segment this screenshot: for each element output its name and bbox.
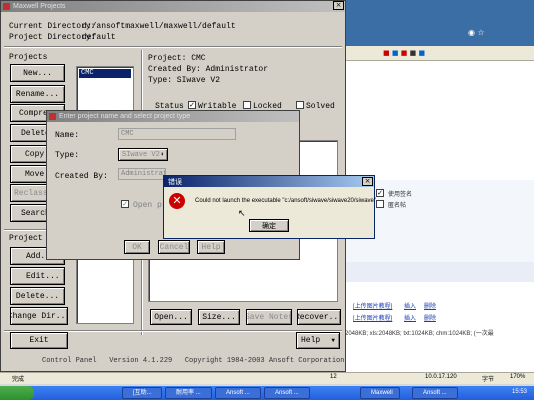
current-dir-value: d:/ansoftmaxwell/maxwell/default [82, 22, 236, 31]
upload-tutorial-link-2[interactable]: [上传图片教程] [353, 313, 392, 322]
browser-nav-icons[interactable]: ◉ ☆ [468, 28, 485, 37]
info-type: Type: SIwave V2 [148, 76, 221, 85]
upload-tutorial-link[interactable]: [上传图片教程] [353, 301, 392, 310]
insert-link-2[interactable]: 插入 [404, 313, 416, 322]
recover-button[interactable]: Recover... [297, 309, 341, 325]
status-bar-num: 12 [330, 374, 337, 380]
taskbar-item-3[interactable]: Ansoft ... [215, 387, 261, 399]
info-created-by: Created By: Administrator [148, 65, 269, 74]
change-dir-button[interactable]: Change Dir... [10, 307, 68, 325]
taskbar-item-2[interactable]: 耐用率 ... [165, 387, 212, 399]
error-ok-button[interactable]: 确定 [249, 219, 289, 232]
taskbar-clock[interactable]: 15:53 [512, 389, 527, 395]
dialog-app-icon [49, 113, 56, 120]
locked-checkbox[interactable] [243, 101, 251, 109]
edit-dir-button[interactable]: Edit... [10, 267, 65, 285]
save-notes-button[interactable]: Save Notes [246, 309, 292, 325]
error-message: Could not launch the executable "c:/anso… [195, 198, 377, 204]
browser-content-panel2 [340, 262, 534, 282]
browser-topbar [340, 0, 534, 46]
dialog-cancel-button[interactable]: Cancel [158, 240, 190, 254]
dialog-titlebar[interactable]: Enter project name and select project ty… [47, 111, 299, 122]
delete-link-2[interactable]: 删除 [424, 313, 436, 322]
maxwell-title: Maxwell Projects [13, 3, 66, 10]
dialog-title: Enter project name and select project ty… [59, 113, 191, 120]
help-arrow-icon: ▼ [331, 337, 335, 344]
new-project-button[interactable]: New... [10, 64, 65, 82]
status-bar-ip: 10.0.17.120 [425, 374, 457, 380]
maxwell-app-icon [3, 3, 10, 10]
type-dropdown-icon: ⬍ [160, 151, 164, 158]
solved-checkbox[interactable] [296, 101, 304, 109]
signature-checkbox[interactable]: ✓ [376, 189, 384, 197]
taskbar-item-1[interactable]: [互助... [122, 387, 162, 399]
mouse-cursor-icon: ↖ [238, 209, 246, 219]
help-button-label: Help [301, 336, 321, 345]
dialog-type-select[interactable]: SIwave V2 ⬍ [118, 148, 168, 161]
error-title: 错误 [168, 178, 182, 186]
file-size-info: 2048KB; xls:2048KB; txt:1024KB; chm:1024… [345, 331, 494, 337]
browser-toolbar-icons: ■ ■ ■ ■ ■ [383, 49, 426, 57]
writable-checkbox[interactable]: ✓ [188, 101, 196, 109]
info-project: Project: CMC [148, 54, 206, 63]
dialog-open-label: Open project [133, 201, 163, 210]
taskbar-item-5[interactable]: Maxwell [360, 387, 400, 399]
help-button[interactable]: Help ▼ [296, 332, 340, 349]
rename-project-button[interactable]: Rename... [10, 85, 65, 103]
signature-label: 使用签名 [388, 192, 413, 198]
taskbar-items: [互助... 耐用率 ... Ansoft ... Ansoft ... Max… [0, 387, 534, 399]
delete-dir-button[interactable]: Delete... [10, 287, 65, 305]
status-bar-text: 完成 [12, 377, 25, 383]
status-bar-zoom: 170% [510, 374, 526, 380]
maxwell-close-button[interactable]: × [333, 1, 344, 10]
dialog-open-checkbox[interactable]: ✓ [121, 200, 129, 208]
open-project-button[interactable]: Open... [150, 309, 192, 325]
maxwell-footer: Control Panel Version 4.1.229 Copyright … [42, 357, 345, 365]
browser-toolbar [340, 46, 534, 61]
dialog-type-value: SIwave V2 [122, 150, 160, 159]
dialog-name-label: Name: [55, 131, 80, 140]
exit-button[interactable]: Exit [10, 332, 68, 349]
error-titlebar[interactable]: 错误 [164, 176, 374, 187]
status-bar-char: 字节 [482, 377, 495, 383]
taskbar-item-6[interactable]: Ansoft ... [412, 387, 458, 399]
dialog-created-input[interactable]: Administrator [118, 168, 166, 180]
insert-link[interactable]: 插入 [404, 301, 416, 310]
taskbar-item-4[interactable]: Ansoft ... [264, 387, 310, 399]
maxwell-titlebar[interactable]: Maxwell Projects [1, 1, 345, 12]
project-list-item[interactable]: CMC [79, 69, 131, 78]
solved-label: Solved [306, 102, 335, 111]
dialog-name-input[interactable]: CMC [118, 128, 236, 140]
size-button[interactable]: Size... [198, 309, 240, 325]
dialog-created-label: Created By: [55, 172, 108, 181]
header-divider [4, 46, 342, 48]
project-dirs-label: Project Directories [9, 234, 47, 243]
project-dir-value: default [82, 33, 116, 42]
anonymous-label: 匿名帖 [388, 203, 407, 209]
delete-link[interactable]: 删除 [424, 301, 436, 310]
dialog-type-label: Type: [55, 151, 80, 160]
projects-label: Projects [9, 53, 48, 62]
anonymous-checkbox[interactable] [376, 200, 384, 208]
error-close-button[interactable]: × [362, 177, 373, 186]
dialog-ok-button[interactable]: OK [124, 240, 150, 254]
dialog-help-button[interactable]: Help [197, 240, 225, 254]
error-icon: ✕ [169, 193, 185, 209]
